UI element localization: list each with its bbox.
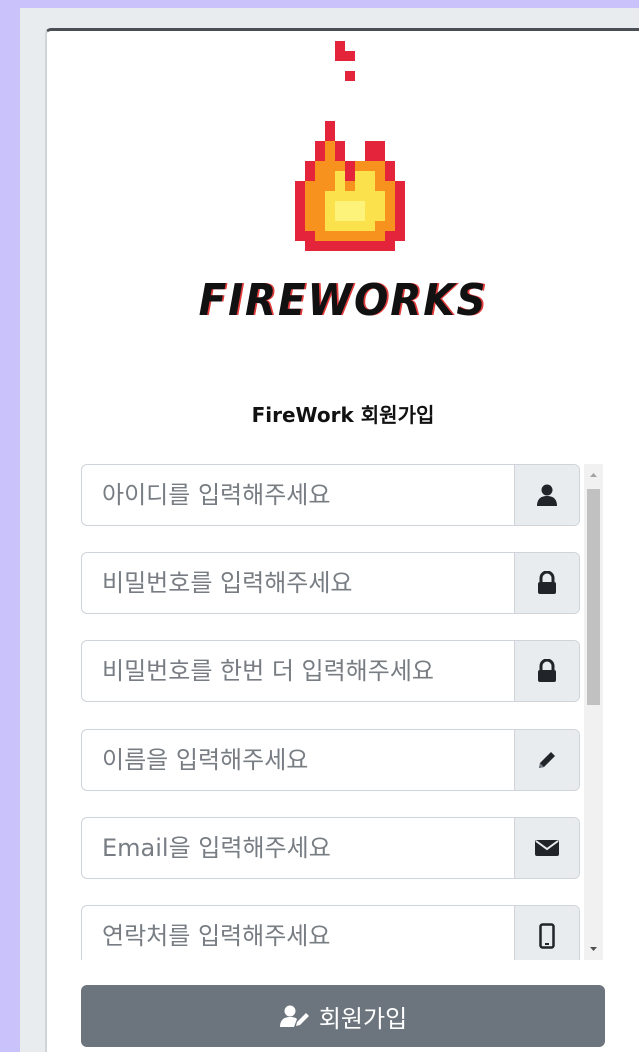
signup-button-label: 회원가입 <box>318 1004 408 1033</box>
signup-card: FIREWORKS FireWork 회원가입 아이디를 입력해주세요 이름을 … <box>45 28 639 1052</box>
signup-form[interactable] <box>81 464 605 960</box>
phone-input[interactable] <box>82 906 514 960</box>
user-edit-icon <box>279 1005 309 1027</box>
scroll-down-arrow-icon[interactable] <box>584 938 603 960</box>
scrollbar-thumb[interactable] <box>587 489 600 705</box>
form-scrollbar[interactable] <box>584 464 603 960</box>
form-title: FireWork 회원가입 <box>251 403 435 427</box>
username-input[interactable] <box>82 465 514 525</box>
envelope-icon <box>514 818 579 878</box>
name-input[interactable] <box>82 730 514 790</box>
phone-group <box>81 905 580 960</box>
password-confirm-input[interactable] <box>82 641 514 701</box>
scroll-up-arrow-icon[interactable] <box>584 464 603 486</box>
email-input[interactable] <box>82 818 514 878</box>
logo: FIREWORKS <box>47 31 639 371</box>
user-icon <box>514 465 579 525</box>
mobile-icon <box>514 906 579 960</box>
pencil-icon <box>514 730 579 790</box>
signup-button[interactable]: 회원가입 <box>81 985 605 1047</box>
email-group <box>81 817 580 879</box>
password-group <box>81 552 580 614</box>
lock-icon <box>514 641 579 701</box>
lock-icon <box>514 553 579 613</box>
username-group <box>81 464 580 526</box>
fire-logo-icon <box>295 41 405 251</box>
password-input[interactable] <box>82 553 514 613</box>
name-group <box>81 729 580 791</box>
logo-wordmark: FIREWORKS <box>198 275 488 326</box>
password-confirm-group <box>81 640 580 702</box>
